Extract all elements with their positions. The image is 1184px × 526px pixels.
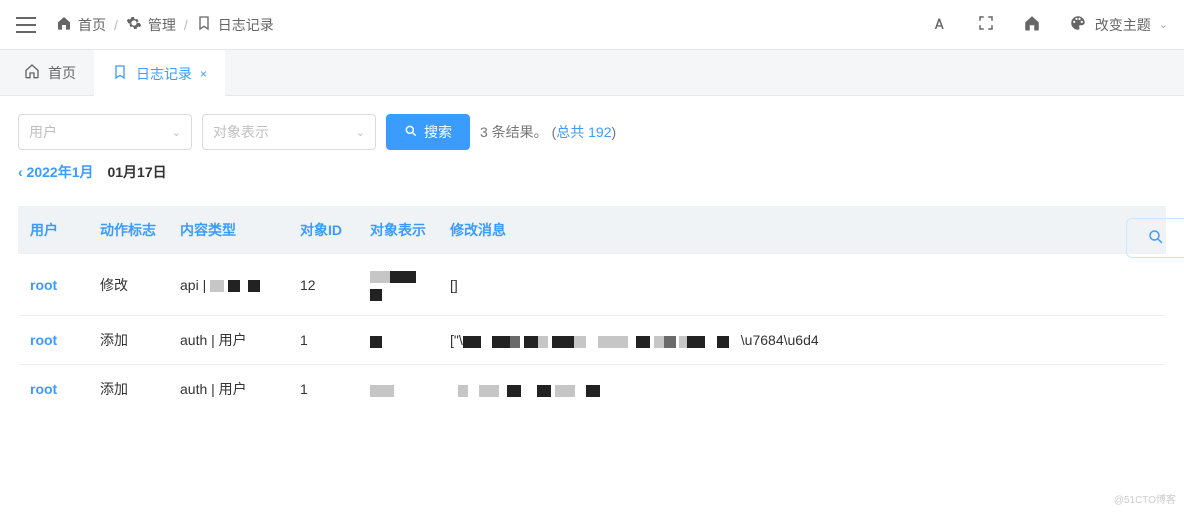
table-row: root 添加 auth | 用户 1	[18, 365, 1166, 414]
gear-icon	[126, 15, 142, 34]
breadcrumb-sep: /	[184, 17, 188, 33]
chevron-down-icon: ⌄	[1159, 18, 1168, 31]
repr-filter-select[interactable]: 对象表示 ⌄	[202, 114, 376, 150]
col-object-repr[interactable]: 对象表示	[358, 206, 438, 254]
font-icon[interactable]	[931, 14, 949, 35]
search-icon	[1147, 228, 1165, 249]
col-content-type[interactable]: 内容类型	[168, 206, 288, 254]
user-link[interactable]: root	[30, 332, 57, 348]
search-button[interactable]: 搜索	[386, 114, 470, 150]
user-link[interactable]: root	[30, 277, 57, 293]
col-user[interactable]: 用户	[18, 206, 88, 254]
menu-toggle[interactable]	[16, 17, 36, 33]
result-info: 3 条结果。 (总共 192)	[480, 122, 616, 142]
chevron-down-icon: ⌄	[356, 126, 365, 139]
col-action[interactable]: 动作标志	[88, 206, 168, 254]
fullscreen-icon[interactable]	[977, 14, 995, 35]
total-link[interactable]: 总共 192	[556, 124, 611, 140]
close-icon[interactable]: ×	[200, 67, 207, 81]
palette-icon	[1069, 14, 1087, 35]
breadcrumb-sep: /	[114, 17, 118, 33]
bookmark-icon	[112, 64, 128, 83]
search-icon	[404, 124, 418, 141]
home-icon[interactable]	[1023, 14, 1041, 35]
table-row: root 修改 api | 12 []	[18, 254, 1166, 316]
watermark: @51CTO博客	[1114, 491, 1176, 506]
date-prev-link[interactable]: ‹ 2022年1月	[18, 162, 93, 182]
breadcrumb-home[interactable]: 首页	[56, 15, 106, 35]
tab-home[interactable]: 首页	[6, 50, 94, 96]
float-search-button[interactable]	[1126, 218, 1184, 258]
breadcrumb: 首页 / 管理 / 日志记录	[56, 15, 931, 35]
breadcrumb-log[interactable]: 日志记录	[196, 15, 274, 35]
table-row: root 添加 auth | 用户 1 ["\ \u7684\u6d4	[18, 316, 1166, 365]
col-change-msg[interactable]: 修改消息	[438, 206, 1166, 254]
home-icon	[24, 63, 40, 82]
home-icon	[56, 15, 72, 34]
bookmark-icon	[196, 15, 212, 34]
user-link[interactable]: root	[30, 381, 57, 397]
log-table: 用户 动作标志 内容类型 对象ID 对象表示 修改消息 root 修改 api …	[18, 206, 1166, 413]
tab-log[interactable]: 日志记录 ×	[94, 50, 225, 96]
theme-switch[interactable]: 改变主题 ⌄	[1069, 14, 1168, 35]
user-filter-select[interactable]: 用户 ⌄	[18, 114, 192, 150]
date-current: 01月17日	[107, 162, 166, 182]
breadcrumb-admin[interactable]: 管理	[126, 15, 176, 35]
col-object-id[interactable]: 对象ID	[288, 206, 358, 254]
chevron-down-icon: ⌄	[172, 126, 181, 139]
